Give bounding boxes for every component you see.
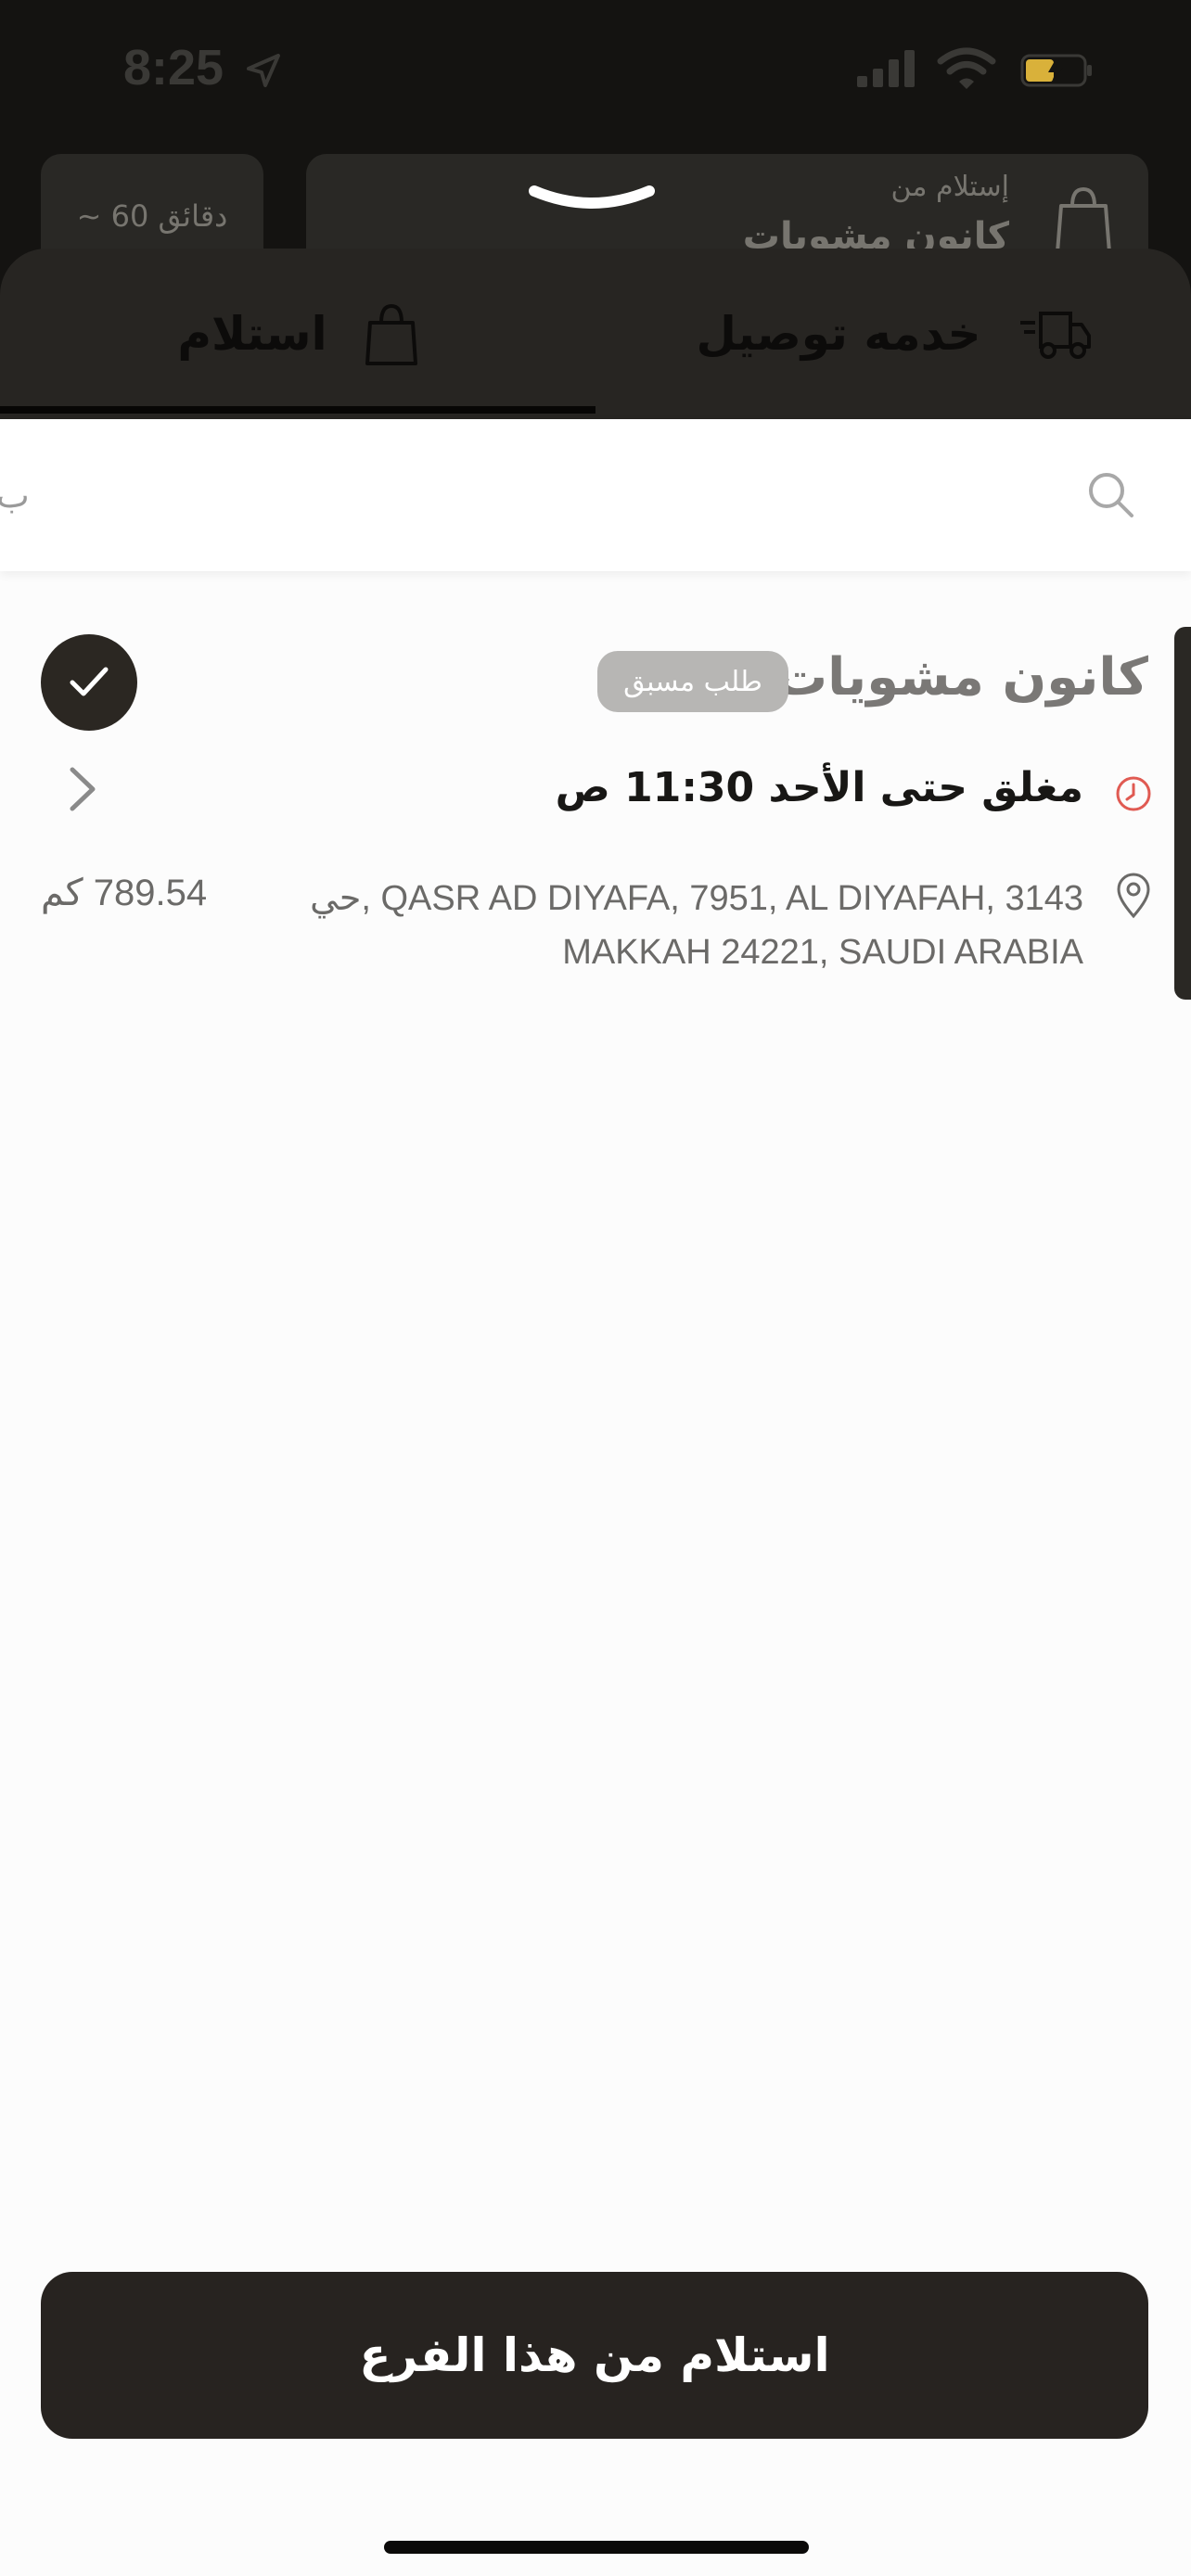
branch-address: حي, QASR AD DIYAFA, 7951, AL DIYAFAH, 31… xyxy=(241,872,1083,979)
pickup-from-branch-button[interactable]: استلام من هذا الفرع xyxy=(41,2272,1148,2439)
branch-name: كانون مشويات xyxy=(775,647,1148,708)
sheet-collapse-handle[interactable] xyxy=(527,184,657,217)
branch-distance: 789.54 كم xyxy=(41,873,208,913)
tab-pickup[interactable]: استلام xyxy=(0,249,596,419)
eta-label: ~ 60 دقائق xyxy=(76,198,228,234)
tab-delivery[interactable]: خدمه توصيل xyxy=(596,249,1191,419)
bag-icon xyxy=(365,303,417,365)
search-icon[interactable] xyxy=(1085,469,1135,519)
battery-icon xyxy=(1020,54,1092,87)
tab-delivery-label: خدمه توصيل xyxy=(696,307,981,361)
chevron-right-icon[interactable] xyxy=(65,764,102,814)
checkmark-icon xyxy=(70,667,109,696)
status-bar: 8:25 xyxy=(0,0,1191,139)
location-pin-icon xyxy=(1117,873,1150,919)
search-placeholder-fragment: ب xyxy=(0,475,30,516)
pickup-from-label: إستلام من xyxy=(890,171,1009,203)
cellular-signal-icon xyxy=(857,50,915,87)
address-line-2: MAKKAH 24221, SAUDI ARABIA xyxy=(562,933,1083,972)
home-indicator xyxy=(384,2541,809,2554)
address-line-1: حي, QASR AD DIYAFA, 7951, AL DIYAFAH, 31… xyxy=(310,879,1083,918)
location-arrow-icon xyxy=(247,54,280,87)
branch-hours: مغلق حتى الأحد 11:30 ص xyxy=(555,764,1083,811)
side-scroll-indicator xyxy=(1174,627,1191,1000)
status-time: 8:25 xyxy=(123,40,224,96)
truck-icon xyxy=(1019,312,1091,359)
selected-tab-indicator xyxy=(0,406,596,414)
branch-selected-checkmark[interactable] xyxy=(41,634,137,731)
bag-icon xyxy=(1056,186,1111,254)
preorder-badge: طلب مسبق xyxy=(597,651,788,712)
search-input[interactable] xyxy=(0,419,1067,571)
wifi-icon xyxy=(937,47,996,89)
tab-pickup-label: استلام xyxy=(177,307,327,361)
clock-icon xyxy=(1116,776,1151,811)
